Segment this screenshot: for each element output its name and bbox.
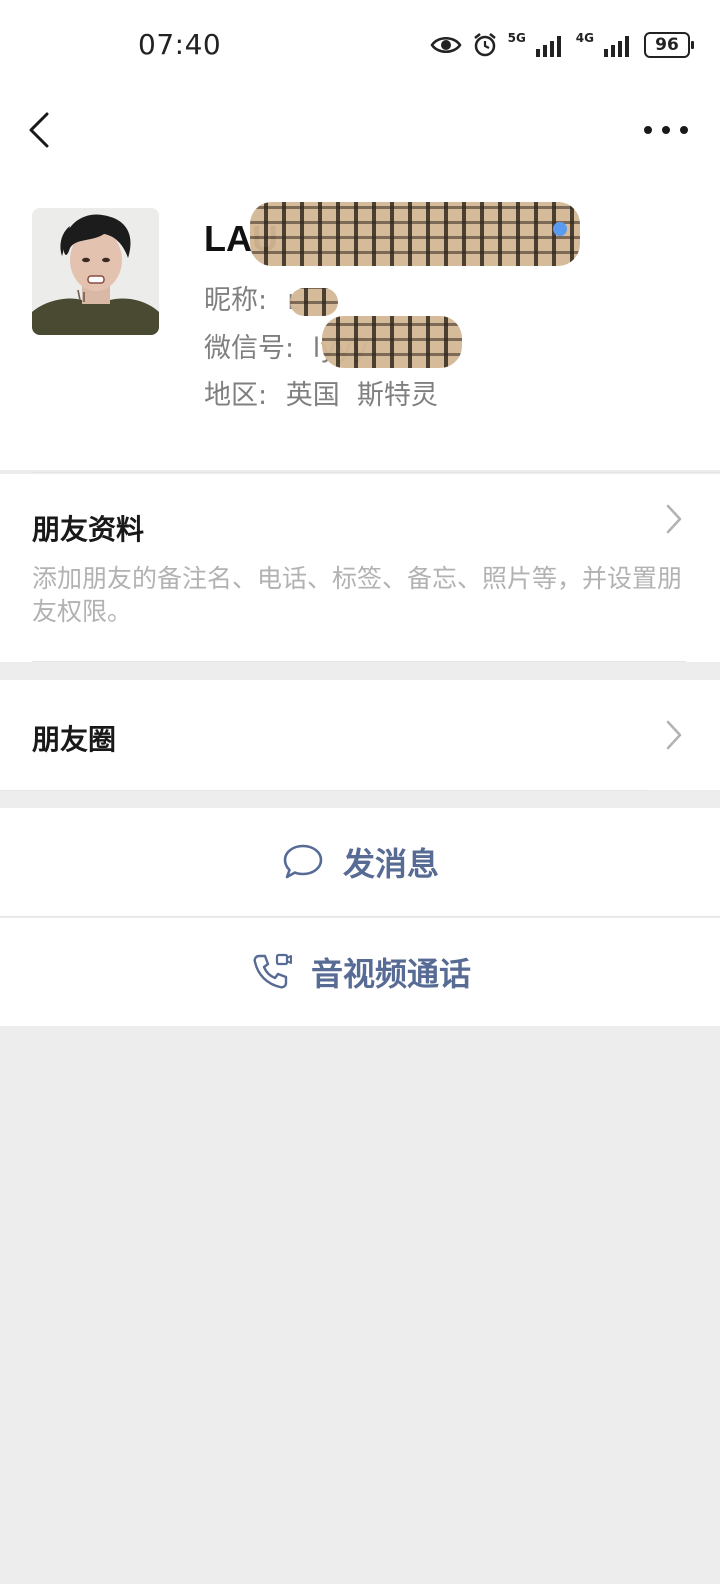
battery-icon: 96 <box>644 32 694 58</box>
divider <box>32 472 720 473</box>
signal-5g-icon <box>535 36 561 57</box>
moments-row[interactable]: 朋友圈 <box>0 680 720 790</box>
divider <box>0 790 648 791</box>
nickname-label: 昵称: <box>204 285 268 316</box>
network-4g-label: 4G <box>575 31 594 45</box>
more-dots-icon <box>644 126 688 134</box>
redaction-nickname <box>290 288 338 316</box>
battery-level: 96 <box>655 35 679 55</box>
alarm-icon <box>473 33 496 57</box>
divider <box>32 661 686 662</box>
chevron-right-icon <box>666 720 682 750</box>
send-message-label: 发消息 <box>342 845 439 883</box>
chevron-left-icon <box>29 112 49 148</box>
phone-video-icon <box>253 953 292 989</box>
status-bar: 07:40 5G 4G 96 <box>0 0 720 90</box>
eye-icon <box>430 37 462 53</box>
video-call-button[interactable]: 音视频通话 <box>0 918 720 1026</box>
profile-region: 地区: 英国 斯特灵 <box>204 373 438 412</box>
region-label: 地区: <box>204 380 268 411</box>
moments-title: 朋友圈 <box>32 723 117 756</box>
region-value: 英国 斯特灵 <box>285 380 438 411</box>
chat-bubble-icon <box>283 844 323 879</box>
chevron-right-icon <box>666 504 682 534</box>
signal-4g-icon <box>604 36 629 57</box>
friend-info-description: 添加朋友的备注名、电话、标签、备忘、照片等，并设置朋友权限。 <box>32 564 683 626</box>
back-button[interactable] <box>20 104 64 156</box>
divider <box>0 916 720 917</box>
avatar[interactable] <box>32 208 159 335</box>
network-5g-label: 5G <box>507 31 526 45</box>
wechat-id-label: 微信号: <box>204 333 295 364</box>
avatar-photo <box>32 208 159 335</box>
redaction-wechat-id <box>322 316 462 368</box>
redaction-name <box>250 202 580 266</box>
video-call-label: 音视频通话 <box>310 955 471 993</box>
send-message-button[interactable]: 发消息 <box>0 808 720 916</box>
online-status-dot <box>553 222 567 236</box>
profile-nickname: 昵称: L <box>204 278 299 317</box>
nav-bar <box>0 90 720 170</box>
status-icons: 5G 4G 96 <box>430 30 694 60</box>
status-time: 07:40 <box>138 28 222 61</box>
friend-info-title: 朋友资料 <box>32 513 145 546</box>
friend-info-row[interactable]: 朋友资料 添加朋友的备注名、电话、标签、备忘、照片等，并设置朋友权限。 <box>0 474 720 662</box>
more-button[interactable] <box>638 110 694 150</box>
profile-card: LAU 昵称: L 微信号: lyyy 地区: 英国 斯特灵 <box>0 170 720 470</box>
